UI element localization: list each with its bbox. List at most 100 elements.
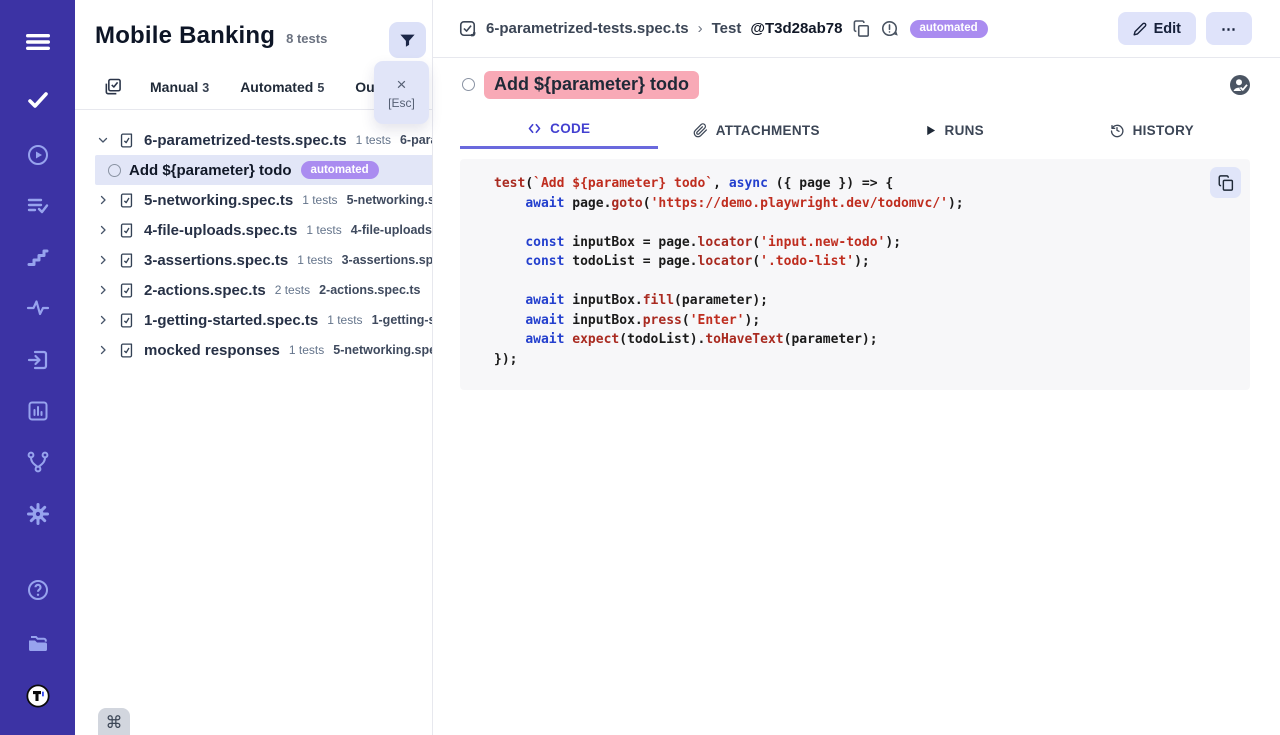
tests-check-icon[interactable] <box>25 87 51 113</box>
code-content: test(`Add ${parameter} todo`, async ({ p… <box>494 174 1210 369</box>
sync-status-icon[interactable] <box>880 19 899 38</box>
folders-icon[interactable] <box>25 630 51 656</box>
file-path: 4-file-uploads.sp <box>351 223 432 237</box>
tree-file-row[interactable]: 6-parametrized-tests.spec.ts1 tests6-par… <box>75 125 432 155</box>
tree-file-row[interactable]: 3-assertions.spec.ts1 tests3-assertions.… <box>75 245 432 275</box>
file-name: 3-assertions.spec.ts <box>144 252 288 269</box>
file-check-icon <box>118 282 135 299</box>
app-logo[interactable] <box>20 678 56 714</box>
menu-icon[interactable] <box>25 29 51 55</box>
history-clock-icon <box>1109 122 1125 138</box>
tab-manual[interactable]: Manual 3 <box>150 79 209 95</box>
assignee-avatar[interactable] <box>1230 75 1250 95</box>
automated-badge: automated <box>910 20 988 38</box>
tab-runs[interactable]: RUNS <box>855 111 1053 149</box>
command-palette-button[interactable]: ⌘ <box>98 708 130 735</box>
steps-icon[interactable] <box>25 244 51 270</box>
detail-tabs: CODE ATTACHMENTS RUNS HISTORY <box>460 111 1250 149</box>
more-actions-button[interactable]: ⋯ <box>1206 12 1252 45</box>
clipboard-check-icon[interactable] <box>103 77 123 97</box>
code-line <box>494 272 1210 292</box>
chevron-right-icon[interactable] <box>97 284 109 296</box>
close-icon[interactable]: × <box>397 76 407 93</box>
code-line: await inputBox.press('Enter'); <box>494 311 1210 331</box>
file-tests-count: 1 tests <box>306 223 341 237</box>
filter-funnel-icon <box>398 31 417 50</box>
gear-icon[interactable] <box>25 501 51 527</box>
app-navbar <box>0 0 75 735</box>
code-line <box>494 213 1210 233</box>
test-name: Add ${parameter} todo <box>129 162 292 179</box>
breadcrumb-separator: › <box>698 20 703 37</box>
tree-file-row[interactable]: 1-getting-started.spec.ts 1 tests 1-gettin… <box>75 305 432 335</box>
code-line: await page.goto('https://demo.playwright… <box>494 194 1210 214</box>
project-sidebar: Mobile Banking 8 tests × [Esc] Manual 3 … <box>75 0 433 735</box>
tab-attachments[interactable]: ATTACHMENTS <box>658 111 856 149</box>
ellipsis-icon: ⋯ <box>1221 20 1237 38</box>
breadcrumb-file[interactable]: 6-parametrized-tests.spec.ts <box>486 20 689 37</box>
file-tests-count: 1 tests <box>327 313 362 327</box>
sign-in-icon[interactable] <box>25 347 51 373</box>
code-line: test(`Add ${parameter} todo`, async ({ p… <box>494 174 1210 194</box>
project-tests-count: 8 tests <box>286 31 327 46</box>
chevron-right-icon[interactable] <box>97 254 109 266</box>
file-path: 6-parametrized <box>400 133 432 147</box>
code-line: await inputBox.fill(parameter); <box>494 291 1210 311</box>
chevron-right-icon[interactable] <box>97 194 109 206</box>
copy-icon <box>1217 174 1235 192</box>
pulse-icon[interactable] <box>25 295 51 321</box>
file-tests-count: 1 tests <box>289 343 324 357</box>
file-name: mocked responses <box>144 342 280 359</box>
project-title: Mobile Banking <box>95 22 275 50</box>
test-id: @T3d28ab78 <box>750 20 842 37</box>
file-name: 5-networking.spec.ts <box>144 192 293 209</box>
file-check-icon <box>118 312 135 329</box>
file-name: 1-getting-started.spec.ts <box>144 312 318 329</box>
edit-button[interactable]: Edit <box>1118 12 1196 45</box>
file-name: 4-file-uploads.spec.ts <box>144 222 297 239</box>
chevron-down-icon[interactable] <box>97 134 109 146</box>
tab-history[interactable]: HISTORY <box>1053 111 1251 149</box>
copy-code-button[interactable] <box>1210 167 1241 198</box>
file-checkbox-icon <box>458 19 477 38</box>
tree-test-row-selected[interactable]: Add ${parameter} todo automated <box>95 155 432 185</box>
help-icon[interactable] <box>25 577 51 603</box>
code-line: const inputBox = page.locator('input.new… <box>494 233 1210 253</box>
copy-id-icon[interactable] <box>852 19 871 38</box>
code-block: test(`Add ${parameter} todo`, async ({ p… <box>460 159 1250 390</box>
play-icon <box>924 124 937 137</box>
code-line: await expect(todoList).toHaveText(parame… <box>494 330 1210 350</box>
file-check-icon <box>118 342 135 359</box>
breadcrumb: 6-parametrized-tests.spec.ts › Test @T3d… <box>458 19 988 38</box>
play-circle-icon[interactable] <box>25 142 51 168</box>
file-path: 1-getting-sta <box>372 313 432 327</box>
file-path: 2-actions.spec.ts <box>319 283 420 297</box>
file-name: 6-parametrized-tests.spec.ts <box>144 132 347 149</box>
test-status-circle-icon <box>108 164 121 177</box>
automated-badge: automated <box>301 161 379 179</box>
branch-icon[interactable] <box>25 449 51 475</box>
filter-close-popup: × [Esc] <box>374 61 429 124</box>
tree-file-row[interactable]: 2-actions.spec.ts2 tests2-actions.spec.t… <box>75 275 432 305</box>
filter-button[interactable] <box>389 22 426 58</box>
tab-automated[interactable]: Automated 5 <box>240 79 324 95</box>
tab-code[interactable]: CODE <box>460 111 658 149</box>
file-check-icon <box>118 222 135 239</box>
tree-file-row[interactable]: 4-file-uploads.spec.ts 1 tests 4-file-uplo… <box>75 215 432 245</box>
file-check-icon <box>118 192 135 209</box>
chevron-right-icon[interactable] <box>97 344 109 356</box>
chevron-right-icon[interactable] <box>97 314 109 326</box>
file-check-icon <box>118 132 135 149</box>
tree-file-row[interactable]: 5-networking.spec.ts1 tests5-networking.… <box>75 185 432 215</box>
bar-chart-icon[interactable] <box>25 398 51 424</box>
file-tests-count: 1 tests <box>297 253 332 267</box>
code-icon <box>527 121 542 136</box>
tree-file-row[interactable]: mocked responses1 tests5-networking.spec… <box>75 335 432 365</box>
list-check-icon[interactable] <box>25 193 51 219</box>
code-line: }); <box>494 350 1210 370</box>
esc-hint: [Esc] <box>388 96 415 110</box>
pencil-icon <box>1133 22 1147 36</box>
test-detail-panel: 6-parametrized-tests.spec.ts › Test @T3d… <box>433 0 1280 735</box>
chevron-right-icon[interactable] <box>97 224 109 236</box>
file-name: 2-actions.spec.ts <box>144 282 266 299</box>
